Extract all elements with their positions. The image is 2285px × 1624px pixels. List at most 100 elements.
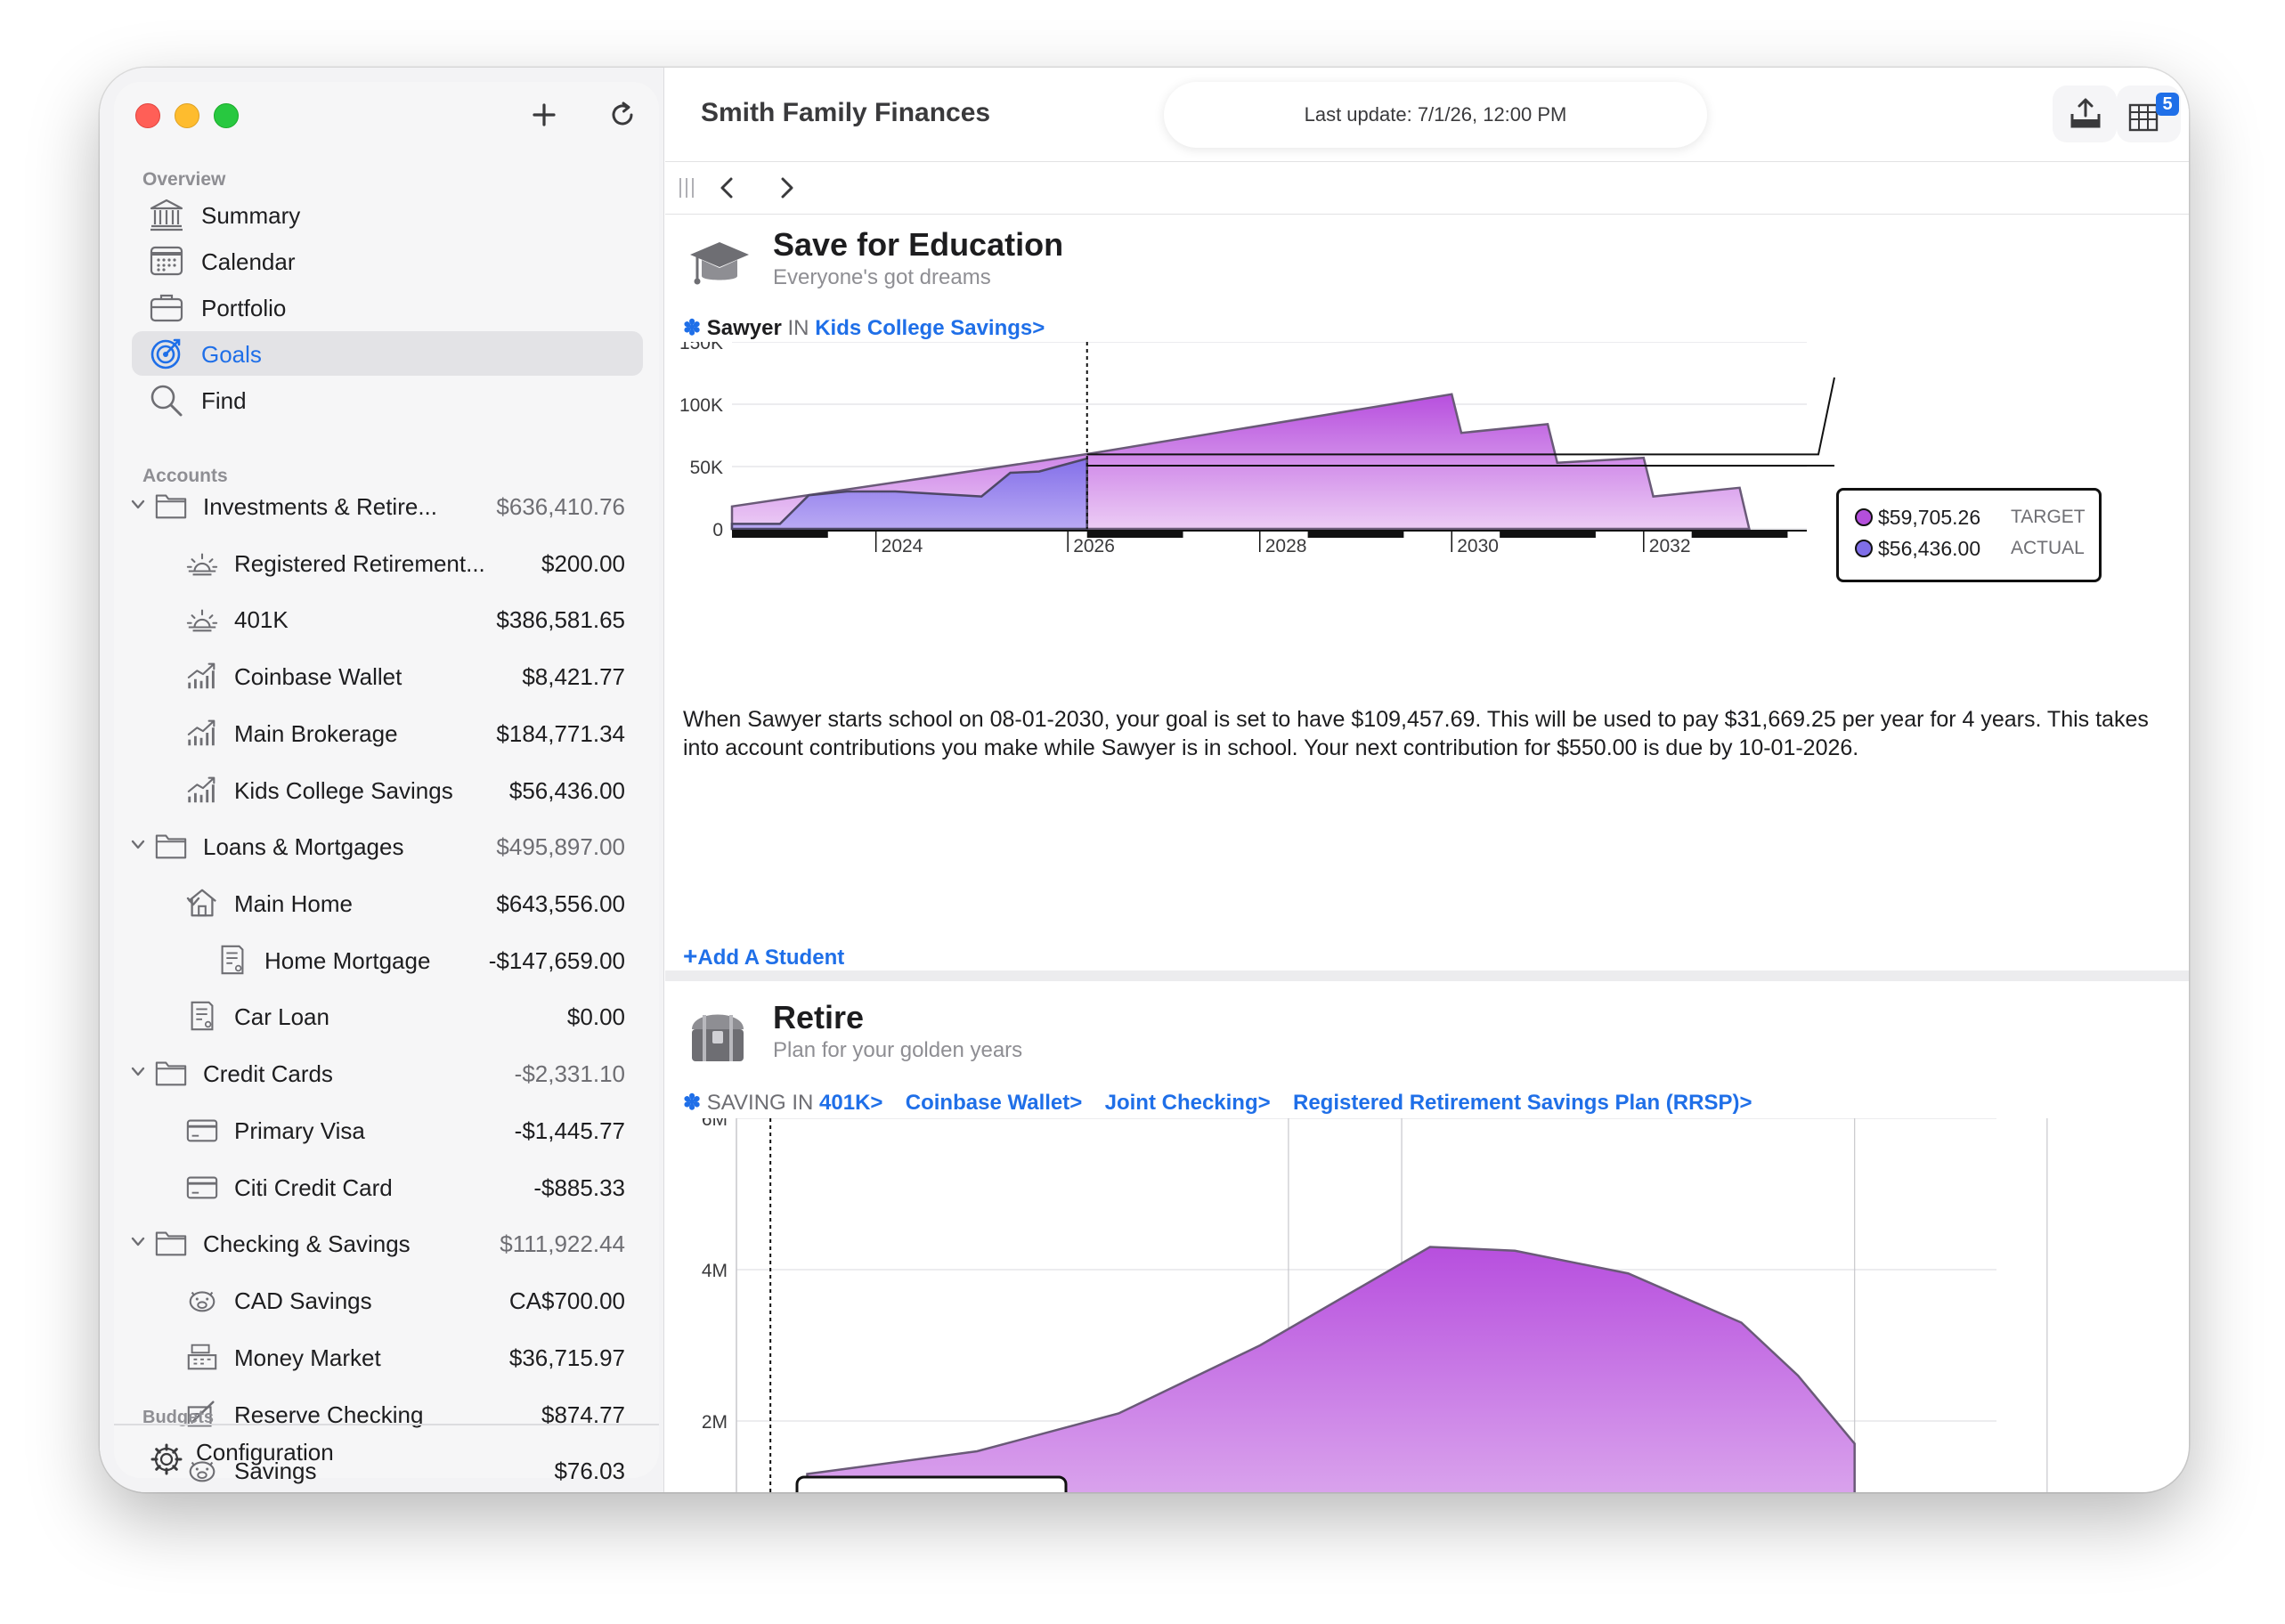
chevron-down-icon[interactable] (130, 1066, 146, 1078)
x-tick-label: 2028 (1265, 536, 1307, 556)
401k-link[interactable]: 401K> (819, 1091, 882, 1115)
legend-actual-value: $56,436.00 (1878, 537, 1981, 560)
nav-find[interactable]: Find (132, 378, 643, 422)
account-row[interactable]: Car Loan $0.00 (135, 995, 625, 1039)
minimize-window-button[interactable] (175, 103, 199, 128)
nav-calendar-label: Calendar (201, 248, 296, 275)
gear-small-icon[interactable]: ✽ (683, 316, 701, 340)
close-window-button[interactable] (135, 103, 160, 128)
sidebar: Overview Summary Calendar Portfolio Goal… (100, 68, 664, 1492)
forward-icon[interactable] (776, 176, 797, 199)
sunrise-icon (186, 609, 218, 632)
account-name: Money Market (234, 1344, 381, 1371)
y-tick-label: 0 (712, 520, 723, 540)
y-tick-label: 50K (690, 458, 723, 478)
account-amount: -$147,659.00 (488, 946, 625, 974)
account-amount: $76.03 (554, 1458, 625, 1485)
joint-checking-link[interactable]: Joint Checking> (1105, 1091, 1271, 1115)
activity-button[interactable]: 5 (2117, 85, 2181, 142)
y-tick-label: 150K (679, 342, 723, 353)
nav-summary[interactable]: Summary (132, 192, 643, 237)
document-icon (221, 945, 244, 974)
account-row[interactable]: Coinbase Wallet $8,421.77 (135, 654, 625, 699)
student-name[interactable]: Sawyer (707, 316, 782, 340)
account-row[interactable]: Checking & Savings $111,922.44 (131, 1222, 625, 1266)
account-row[interactable]: CAD Savings CA$700.00 (135, 1279, 625, 1323)
x-axis-segment (732, 531, 828, 538)
search-icon (150, 385, 183, 417)
calendar-icon (150, 246, 183, 276)
account-row[interactable]: Citi Credit Card -$885.33 (135, 1165, 625, 1210)
legend-actual-label: ACTUAL (2011, 538, 2085, 558)
chevron-down-icon[interactable] (130, 499, 146, 511)
sidebar-handle-icon[interactable] (678, 176, 695, 199)
add-icon[interactable] (529, 100, 559, 130)
x-tick-label: 2032 (1649, 536, 1691, 556)
account-amount: $0.00 (566, 1003, 625, 1031)
x-tick-label: 2030 (1457, 536, 1499, 556)
add-student-label: Add A Student (697, 946, 845, 970)
nav-calendar[interactable]: Calendar (132, 239, 643, 283)
overview-header: Overview (142, 169, 226, 190)
retire-tooltip-box (795, 1475, 1068, 1492)
chart-up-icon (187, 662, 215, 689)
treasure-chest-icon (692, 1014, 744, 1061)
account-row[interactable]: 401K $386,581.65 (135, 597, 625, 642)
account-row[interactable]: Registered Retirement... $200.00 (135, 541, 625, 586)
gear-icon[interactable] (150, 1442, 183, 1476)
x-tick-label: 2024 (882, 536, 923, 556)
chevron-down-icon[interactable] (130, 839, 146, 851)
plus-icon: + (683, 942, 698, 970)
x-axis-segment (1307, 531, 1404, 538)
y-tick-label: 6M (702, 1118, 728, 1130)
refresh-icon[interactable] (607, 100, 638, 130)
title-bar: Smith Family Finances Last update: 7/1/2… (665, 68, 2189, 162)
zoom-window-button[interactable] (214, 103, 239, 128)
folder-icon (155, 1231, 187, 1256)
account-amount: $636,410.76 (496, 493, 625, 520)
rrsp-link[interactable]: Registered Retirement Savings Plan (RRSP… (1293, 1091, 1752, 1115)
account-row[interactable]: Main Home $643,556.00 (135, 881, 625, 926)
gear-small-icon[interactable]: ✽ (683, 1091, 701, 1115)
add-student-button[interactable]: +Add A Student (683, 942, 844, 970)
sunrise-icon (186, 553, 218, 576)
account-row[interactable]: Home Mortgage -$147,659.00 (135, 938, 625, 983)
nav-portfolio[interactable]: Portfolio (132, 285, 643, 329)
folder-icon (155, 834, 187, 859)
last-update-pill: Last update: 7/1/26, 12:00 PM (1164, 82, 1707, 148)
account-amount: $56,436.00 (508, 776, 625, 804)
account-row[interactable]: Kids College Savings $56,436.00 (135, 768, 625, 813)
goal-title-education: Save for Education (773, 226, 1064, 263)
legend-actual-dot (1855, 540, 1873, 557)
piggy-bank-icon (189, 1291, 215, 1312)
account-name: Registered Retirement... (234, 549, 485, 577)
coinbase-wallet-link[interactable]: Coinbase Wallet> (906, 1091, 1083, 1115)
account-row[interactable]: Investments & Retire... $636,410.76 (131, 484, 625, 529)
retire-saving-line: ✽ SAVING IN 401K> Coinbase Wallet> Joint… (683, 1090, 1752, 1116)
account-amount: -$885.33 (533, 1173, 625, 1201)
account-name: Investments & Retire... (203, 493, 437, 520)
chevron-down-icon[interactable] (130, 1236, 146, 1248)
account-row[interactable]: Primary Visa -$1,445.77 (135, 1108, 625, 1153)
account-amount: CA$700.00 (508, 1287, 625, 1315)
account-row[interactable]: Main Brokerage $184,771.34 (135, 711, 625, 756)
account-amount: $643,556.00 (496, 890, 625, 918)
nav-goals[interactable]: Goals (132, 331, 643, 376)
account-row[interactable]: Credit Cards -$2,331.10 (131, 1052, 625, 1096)
account-name: Main Home (234, 890, 353, 918)
app-title: Smith Family Finances (701, 98, 991, 127)
configuration-link[interactable]: Configuration (196, 1439, 334, 1466)
account-row[interactable]: Money Market $36,715.97 (135, 1336, 625, 1380)
back-icon[interactable] (717, 176, 738, 199)
account-amount: $184,771.34 (496, 719, 625, 747)
account-name: Citi Credit Card (234, 1173, 393, 1201)
x-tick-label: 2026 (1073, 536, 1115, 556)
goal-student-line: ✽ Sawyer IN Kids College Savings> (683, 315, 1045, 341)
account-row[interactable]: Loans & Mortgages $495,897.00 (131, 824, 625, 869)
saving-in-label: SAVING IN (706, 1091, 814, 1115)
cash-register-icon (187, 1344, 217, 1370)
account-name: Main Brokerage (234, 719, 398, 747)
share-button[interactable] (2053, 85, 2117, 142)
nav-portfolio-label: Portfolio (201, 295, 287, 321)
kids-college-savings-link[interactable]: Kids College Savings> (815, 316, 1045, 340)
